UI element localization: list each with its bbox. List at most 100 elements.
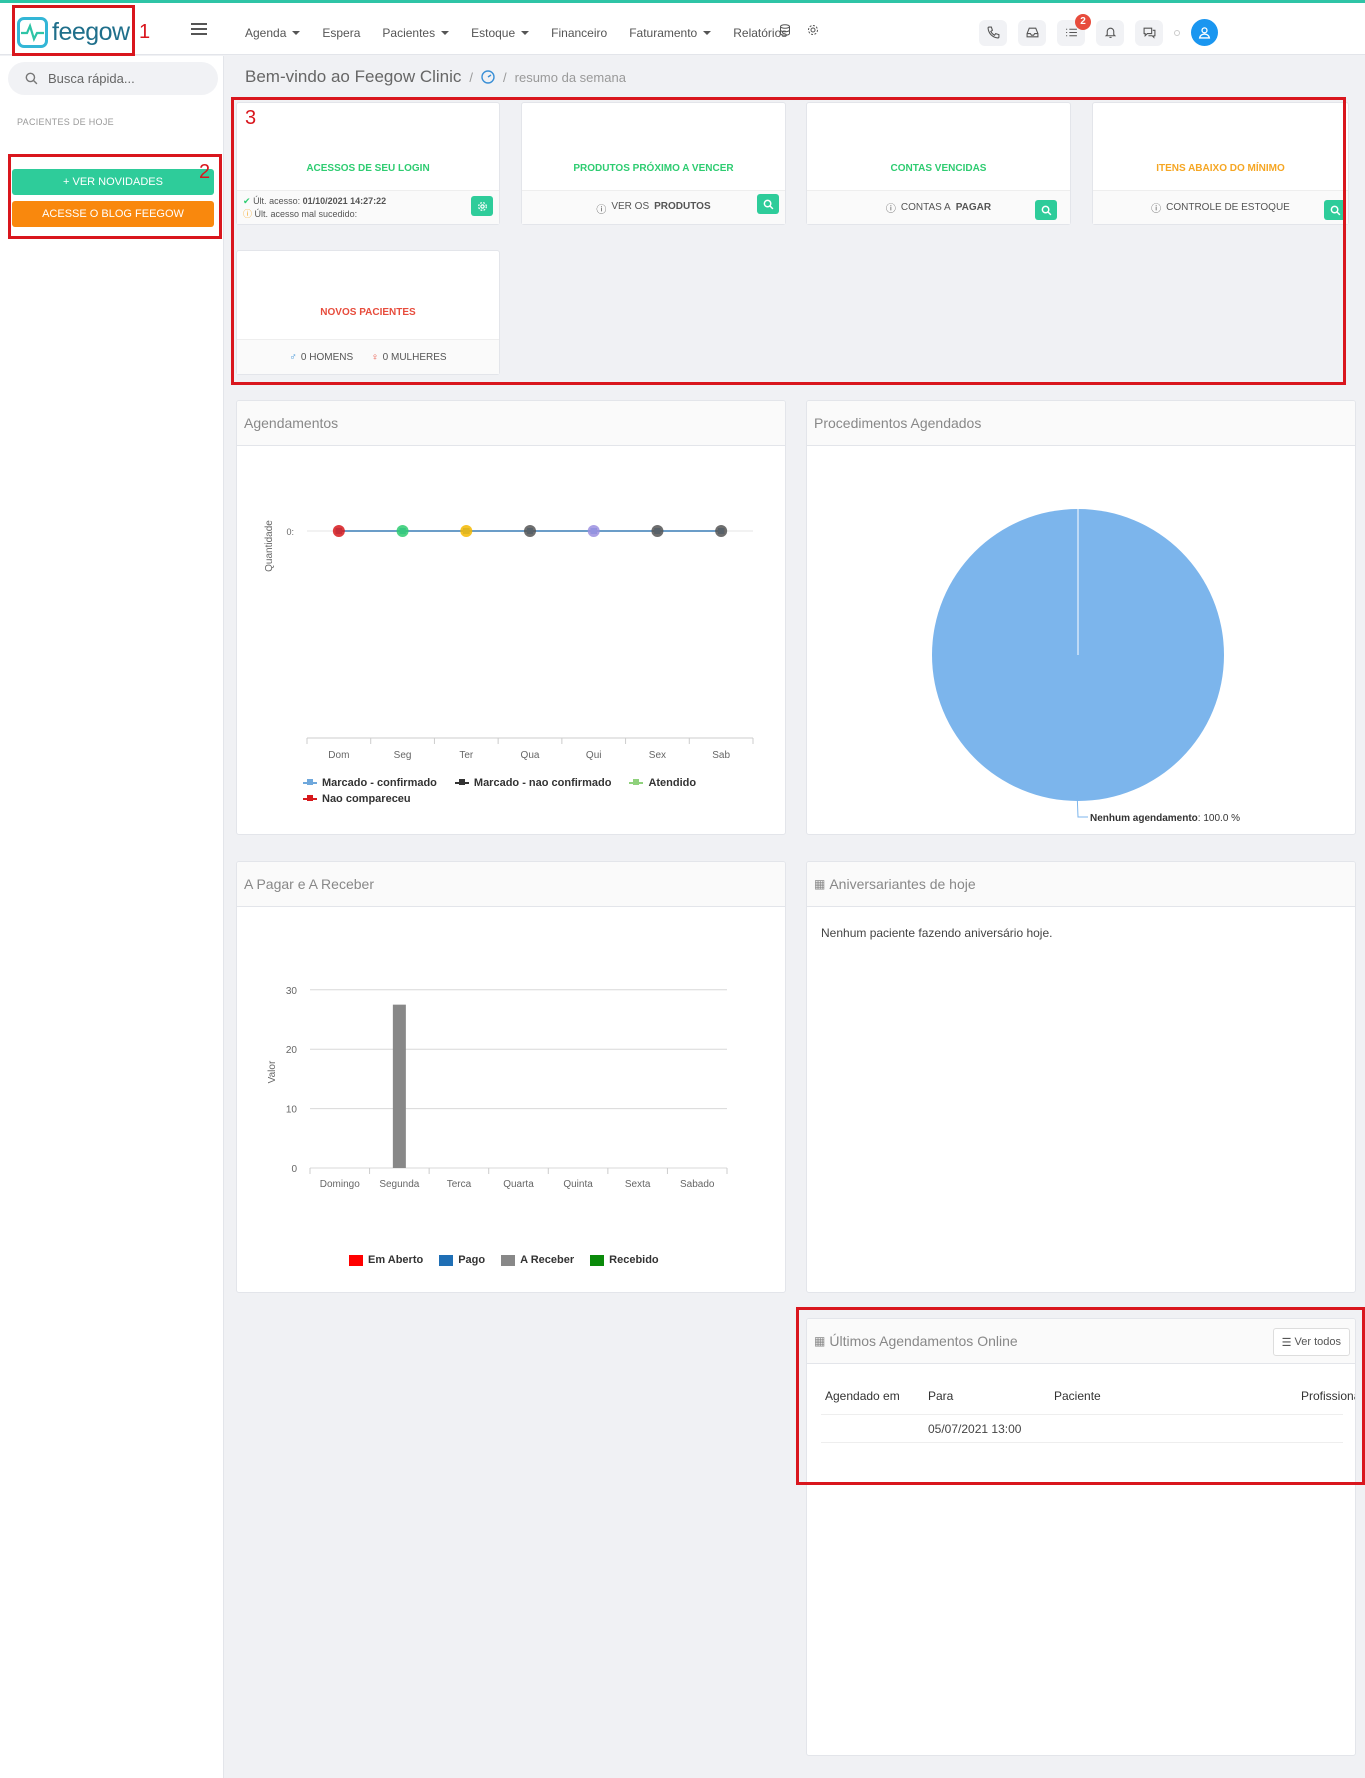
tasks-button[interactable]: 2 xyxy=(1057,13,1091,46)
legend-marker xyxy=(629,779,644,785)
legend-item[interactable]: Pago xyxy=(439,1254,485,1266)
inbox-icon xyxy=(1026,27,1038,38)
nav-item[interactable]: Estoque xyxy=(471,26,530,40)
x-tick-label: Domingo xyxy=(320,1179,360,1190)
legend-item[interactable]: Atendido xyxy=(629,777,696,789)
slice-label: Nenhum agendamento: 100.0 % xyxy=(1090,813,1240,824)
breadcrumb: Bem-vindo ao Feegow Clinic / / resumo da… xyxy=(245,67,626,87)
panel-aniversariantes: ▦ Aniversariantes de hoje Nenhum pacient… xyxy=(806,861,1356,1293)
list-icon xyxy=(1065,28,1077,37)
menu-toggle-icon[interactable] xyxy=(191,23,207,36)
legend-item[interactable]: A Receber xyxy=(501,1254,574,1266)
legend-marker xyxy=(501,1254,516,1266)
annotation-box xyxy=(8,154,222,239)
database-icon[interactable] xyxy=(779,24,791,36)
status-dot xyxy=(1174,29,1180,36)
legend-label: Recebido xyxy=(609,1254,659,1266)
page-title: Bem-vindo ao Feegow Clinic xyxy=(245,67,462,86)
chart-legend: Marcado - confirmado Marcado - nao confir… xyxy=(303,777,753,805)
y-axis-label: Quantidade xyxy=(264,520,275,572)
legend-item[interactable]: Recebido xyxy=(590,1254,659,1266)
legend-label: Pago xyxy=(458,1254,486,1266)
panel-header: ▦ Aniversariantes de hoje xyxy=(807,862,1355,907)
nav-item[interactable]: Espera xyxy=(322,26,360,40)
x-tick-label: Dom xyxy=(328,750,349,761)
nav-item[interactable]: Pacientes xyxy=(382,26,450,40)
legend-label: Atendido xyxy=(648,777,697,789)
x-tick-label: Ter xyxy=(459,750,474,761)
chat-button[interactable] xyxy=(1135,19,1163,46)
legend-marker xyxy=(349,1254,363,1266)
legend-label: Marcado - confirmado xyxy=(322,777,437,789)
panel-agendamentos: Agendamentos Dom Seg Ter Qua Qui Sex Sab Quanti… xyxy=(236,400,786,835)
x-tick-label: Sexta xyxy=(625,1179,651,1190)
breadcrumb-separator: / xyxy=(503,69,507,85)
legend-label: Marcado - nao confirmado xyxy=(473,777,612,789)
data-point xyxy=(587,525,600,537)
y-tick-label: 0 xyxy=(291,1164,297,1175)
quick-search[interactable]: Busca rápida... xyxy=(8,62,218,95)
nav-label: Espera xyxy=(322,26,361,40)
section-label: PACIENTES DE HOJE xyxy=(17,117,114,127)
data-point xyxy=(715,525,728,537)
panel-pagar-receber: A Pagar e A Receber 0 10 20 30 Valor Domingo S… xyxy=(236,861,786,1293)
inbox-button[interactable] xyxy=(1018,19,1046,46)
chevron-down-icon xyxy=(703,31,712,35)
dashboard-icon xyxy=(481,70,495,84)
data-point xyxy=(332,525,345,537)
legend-marker xyxy=(303,779,317,785)
annotation-number: 1 xyxy=(139,21,151,43)
legend-marker xyxy=(454,779,469,785)
legend-item[interactable]: Marcado - nao confirmado xyxy=(454,777,612,789)
panel-title: Procedimentos Agendados xyxy=(807,401,1355,446)
legend-item[interactable]: Nao compareceu xyxy=(303,793,411,805)
annotation-box xyxy=(12,5,135,56)
x-tick-label: Terca xyxy=(447,1179,472,1190)
phone-button[interactable] xyxy=(979,19,1007,46)
bell-button[interactable] xyxy=(1096,19,1124,46)
nav-item[interactable]: Faturamento xyxy=(629,26,712,40)
main-nav: Agenda Espera Pacientes Estoque Financeiro Fa… xyxy=(245,26,787,40)
x-tick-label: Qua xyxy=(521,750,540,761)
legend-item[interactable]: Em Aberto xyxy=(349,1254,423,1266)
pagar-receber-chart: 0 10 20 30 Valor Domingo Segunda Terca Quarta Qui… xyxy=(267,986,728,1190)
x-tick-label: Segunda xyxy=(379,1179,419,1190)
breadcrumb-separator: / xyxy=(469,69,474,85)
user-icon xyxy=(1198,27,1211,39)
annotation-box xyxy=(796,1307,1365,1485)
slice-value: : 100.0 % xyxy=(1198,813,1240,824)
legend-marker xyxy=(439,1254,454,1266)
legend-marker xyxy=(303,795,317,801)
legend-item[interactable]: Marcado - confirmado xyxy=(303,777,437,789)
gear-icon[interactable] xyxy=(807,24,819,36)
legend-marker xyxy=(590,1254,605,1266)
bell-icon xyxy=(1104,27,1116,38)
user-avatar[interactable] xyxy=(1191,19,1218,46)
annotation-number: 3 xyxy=(245,107,257,129)
panel-title: Aniversariantes de hoje xyxy=(829,876,976,892)
x-tick-label: Seg xyxy=(394,750,412,761)
x-tick-label: Sex xyxy=(649,750,666,761)
agendamentos-chart: Dom Seg Ter Qua Qui Sex Sab Quantidade 0: xyxy=(264,520,754,761)
chat-icon xyxy=(1143,27,1155,39)
x-tick-label: Sabado xyxy=(680,1179,715,1190)
x-tick-label: Quarta xyxy=(503,1179,534,1190)
annotation-box xyxy=(231,97,1346,385)
nav-label: Pacientes xyxy=(382,26,436,40)
x-tick-label: Qui xyxy=(586,750,602,761)
slice-name: Nenhum agendamento xyxy=(1090,813,1198,824)
cake-icon: ▦ xyxy=(814,877,826,891)
x-tick-label: Quinta xyxy=(563,1179,593,1190)
sidebar: Busca rápida... PACIENTES DE HOJE + VER N… xyxy=(0,56,224,1778)
legend-label: A Receber xyxy=(520,1254,575,1266)
procedimentos-chart: Nenhum agendamento: 100.0 % xyxy=(932,509,1240,824)
search-icon xyxy=(25,72,38,85)
y-axis-label: Valor xyxy=(267,1060,278,1083)
nav-item[interactable]: Financeiro xyxy=(551,26,607,40)
chart-legend: Em Aberto Pago A Receber Recebido xyxy=(349,1254,749,1266)
nav-item[interactable]: Agenda xyxy=(245,26,301,40)
nav-label: Estoque xyxy=(471,26,516,40)
top-navbar: feegow Agenda Espera Pacientes Estoque Finan… xyxy=(0,0,1365,55)
nav-label: Financeiro xyxy=(551,26,608,40)
breadcrumb-current: resumo da semana xyxy=(514,69,626,85)
